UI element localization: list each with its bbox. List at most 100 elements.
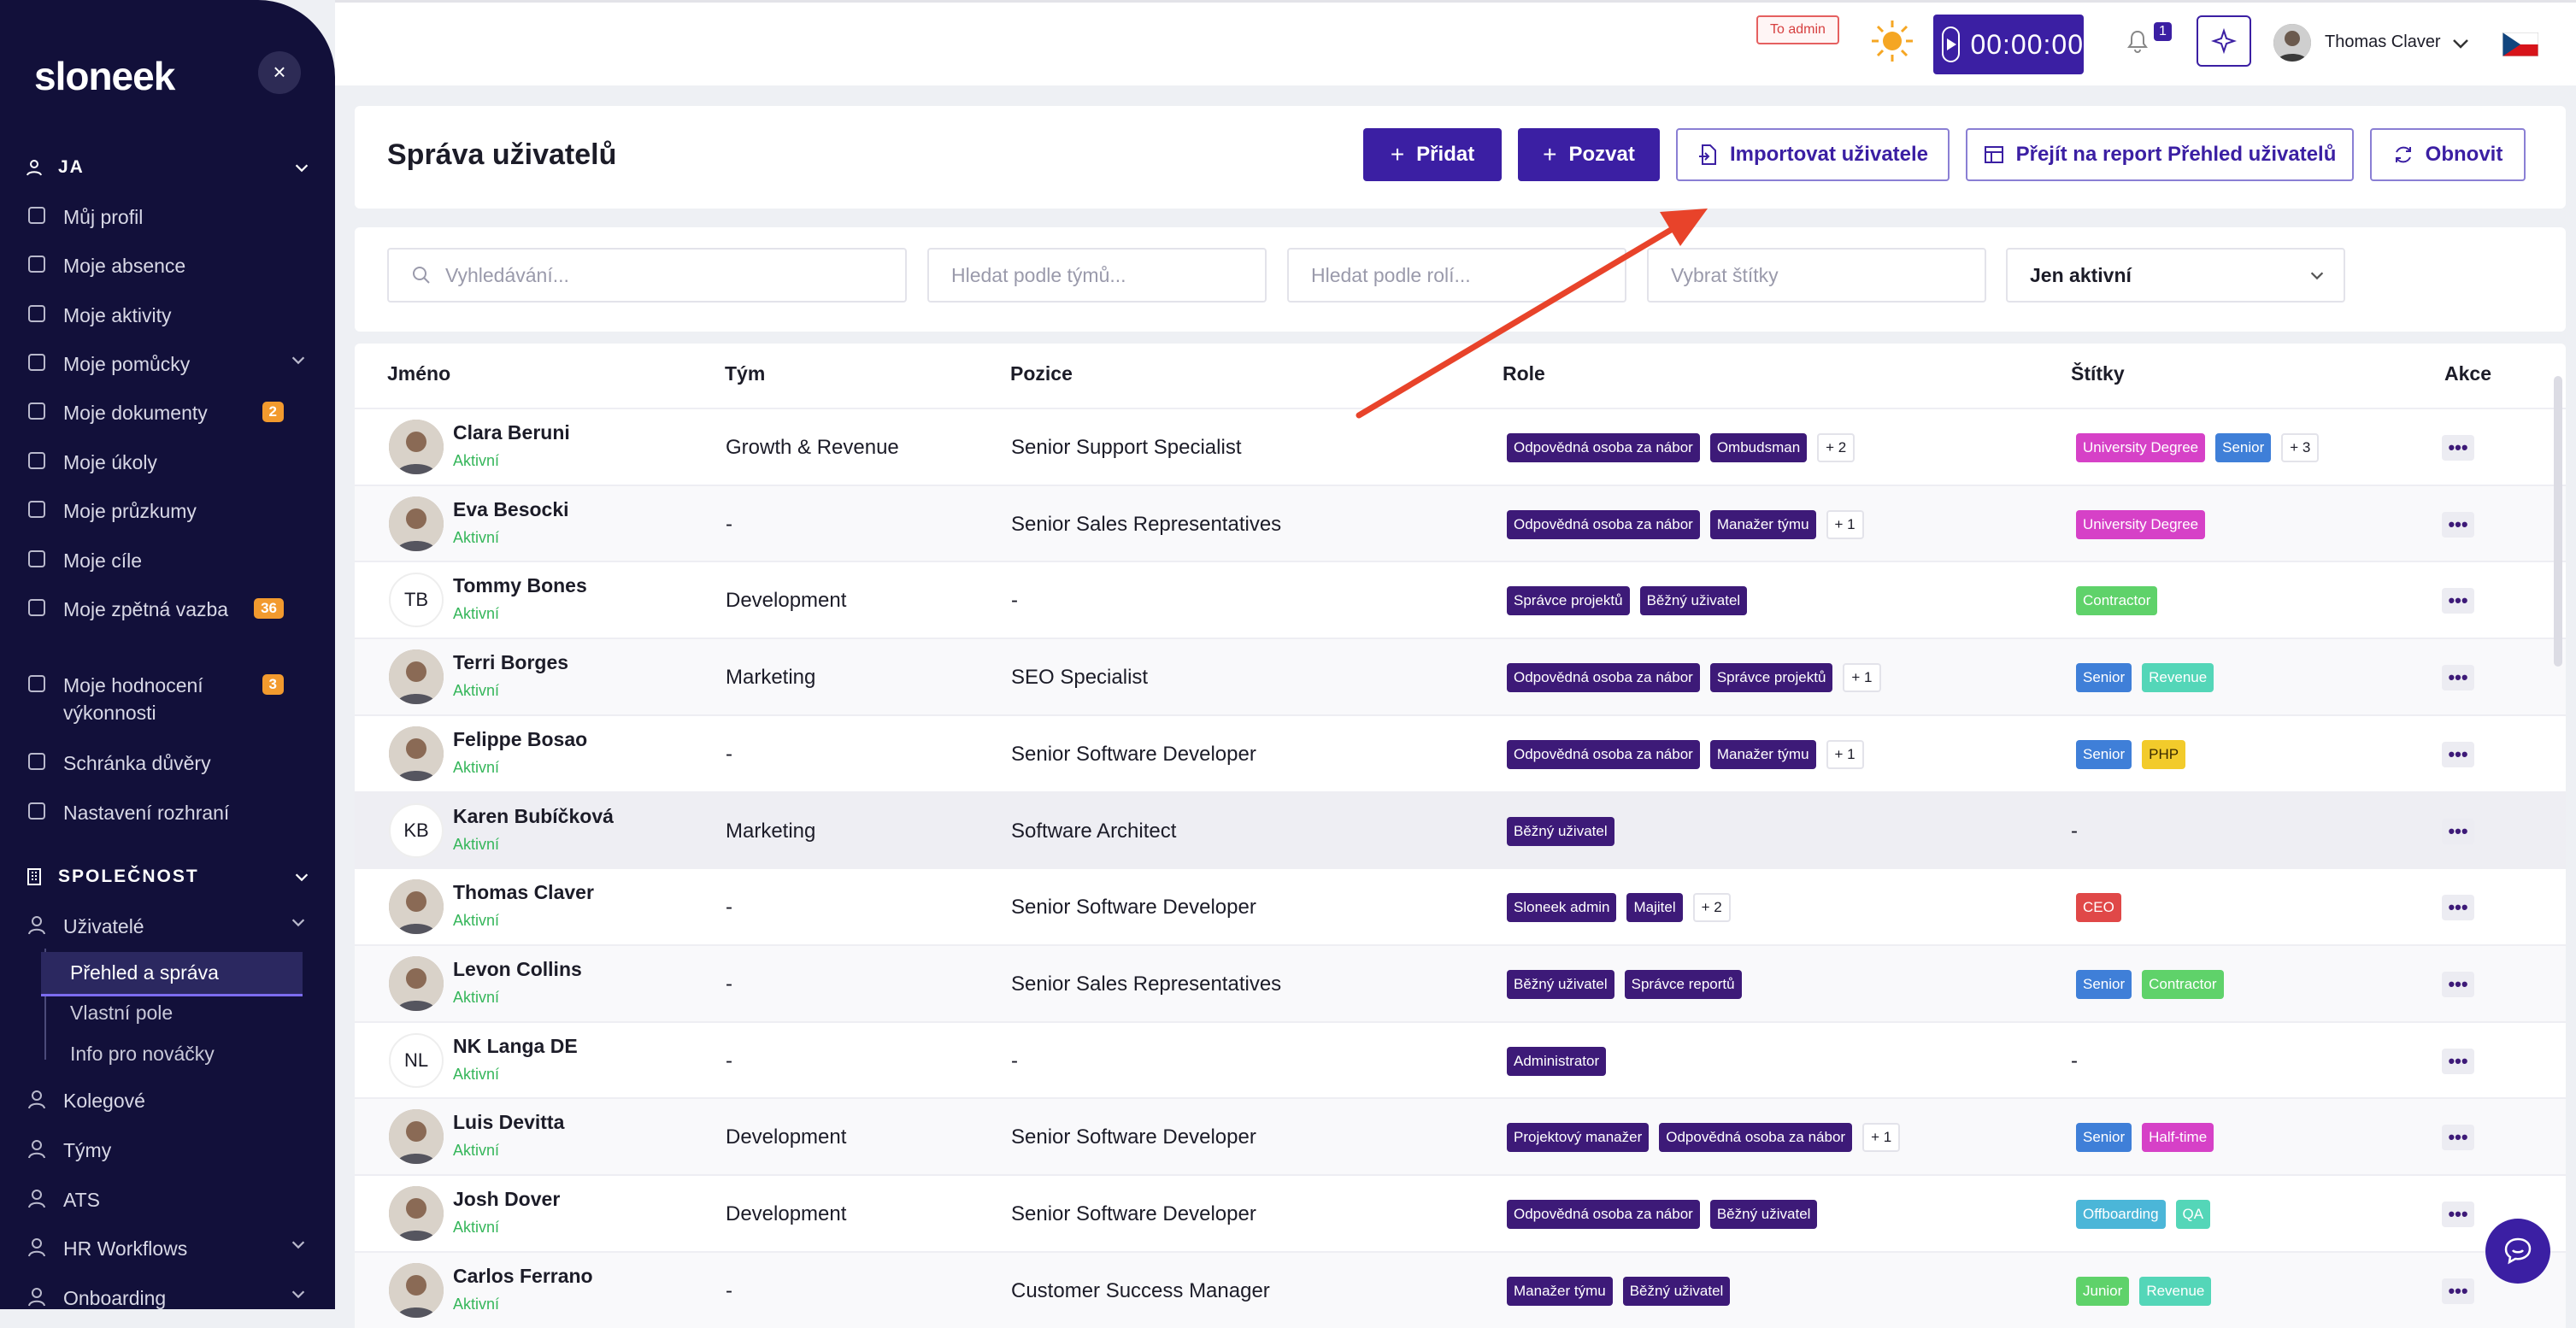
sidebar-item-3[interactable]: Moje pomůcky [26, 350, 308, 378]
more-roles-chip[interactable]: + 2 [1692, 893, 1731, 922]
sidebar-item-0[interactable]: Můj profil [26, 203, 308, 231]
table-row[interactable]: Clara Beruni Aktivní Growth & Revenue Senio… [355, 408, 2566, 485]
czech-flag-icon[interactable] [2502, 32, 2538, 56]
tags-select[interactable]: Vybrat štítky [1647, 248, 1986, 303]
row-actions-button[interactable]: ••• [2442, 1278, 2474, 1304]
more-tags-chip[interactable]: + 3 [2281, 433, 2320, 462]
user-name[interactable]: Tommy Bones [453, 574, 587, 597]
row-actions-button[interactable]: ••• [2442, 1049, 2474, 1074]
section-company-label: SPOLEČNOST [58, 867, 199, 886]
sidebar-company-item-2[interactable]: Týmy [26, 1137, 308, 1164]
sidebar-item-8[interactable]: Moje zpětná vazba 36 [26, 596, 308, 623]
row-actions-button[interactable]: ••• [2442, 512, 2474, 538]
row-actions-button[interactable]: ••• [2442, 895, 2474, 920]
time-tracker[interactable]: 00:00:00 [1933, 15, 2084, 74]
sidebar-subitem-vlastni-pole[interactable]: Vlastní pole [70, 1002, 173, 1025]
table-row[interactable]: Felippe Bosao Aktivní - Senior Software Dev… [355, 714, 2566, 791]
chevron-down-icon[interactable] [2451, 36, 2470, 51]
report-button[interactable]: Přejít na report Přehled uživatelů [1966, 128, 2354, 181]
add-button[interactable]: + Přidat [1363, 128, 1502, 181]
avatar: NL [389, 1033, 444, 1088]
col-position[interactable]: Pozice [1010, 362, 1073, 385]
sidebar-item-6[interactable]: Moje průzkumy [26, 497, 308, 525]
play-icon[interactable] [1942, 26, 1961, 62]
row-actions-button[interactable]: ••• [2442, 742, 2474, 767]
ai-assistant-button[interactable] [2197, 15, 2251, 67]
user-name[interactable]: Karen Bubíčková [453, 805, 614, 828]
table-row[interactable]: NL NK Langa DE Aktivní - - Administrator - ••• [355, 1021, 2566, 1098]
import-users-button[interactable]: Importovat uživatele [1676, 128, 1950, 181]
sidebar-item-5[interactable]: Moje úkoly [26, 449, 308, 476]
more-roles-chip[interactable]: + 1 [1826, 740, 1864, 769]
more-roles-chip[interactable]: + 1 [1862, 1123, 1901, 1152]
table-row[interactable]: TB Tommy Bones Aktivní Development - Správce … [355, 561, 2566, 638]
sidebar-company-item-0[interactable]: Uživatelé [26, 913, 308, 940]
sidebar-item-1[interactable]: Moje absence [26, 252, 308, 279]
sidebar-company-item-4[interactable]: HR Workflows [26, 1235, 308, 1262]
user-name[interactable]: NK Langa DE [453, 1035, 578, 1058]
user-icon [28, 207, 45, 224]
table-row[interactable]: Josh Dover Aktivní Development Senior Softw… [355, 1174, 2566, 1251]
sidebar-company-item-5[interactable]: Onboarding [26, 1284, 308, 1309]
refresh-button[interactable]: Obnovit [2370, 128, 2526, 181]
sidebar-subitem-info[interactable]: Info pro nováčky [70, 1043, 215, 1066]
user-name[interactable]: Levon Collins [453, 958, 582, 981]
row-actions-button[interactable]: ••• [2442, 972, 2474, 997]
chat-button[interactable] [2485, 1219, 2550, 1284]
more-roles-chip[interactable]: + 1 [1826, 510, 1864, 539]
user-name[interactable]: Carlos Ferrano [453, 1265, 593, 1288]
sun-icon[interactable] [1868, 17, 1916, 65]
row-actions-button[interactable]: ••• [2442, 588, 2474, 614]
status-select[interactable]: Jen aktivní [2006, 248, 2345, 303]
to-admin-button[interactable]: To admin [1756, 15, 1839, 44]
sidebar-item-9[interactable]: Moje hodnocení výkonnosti 3 [26, 672, 308, 726]
sidebar-item-7[interactable]: Moje cíle [26, 547, 308, 574]
section-ja[interactable]: JA [24, 157, 311, 178]
table-row[interactable]: Terri Borges Aktivní Marketing SEO Speciali… [355, 638, 2566, 714]
search-input[interactable]: Vyhledávání... [387, 248, 907, 303]
sidebar-item-11[interactable]: Nastavení rozhraní [26, 799, 308, 826]
more-roles-chip[interactable]: + 1 [1843, 663, 1881, 692]
col-tags[interactable]: Štítky [2071, 362, 2125, 385]
row-actions-button[interactable]: ••• [2442, 1125, 2474, 1150]
roles-filter-input[interactable]: Hledat podle rolí... [1287, 248, 1626, 303]
col-team[interactable]: Tým [725, 362, 765, 385]
row-actions-button[interactable]: ••• [2442, 665, 2474, 690]
user-name[interactable]: Terri Borges [453, 651, 568, 674]
close-sidebar-button[interactable]: × [258, 51, 301, 94]
teams-filter-input[interactable]: Hledat podle týmů... [927, 248, 1267, 303]
user-name[interactable]: Clara Beruni [453, 421, 570, 444]
scrollbar[interactable] [2554, 376, 2562, 667]
sidebar-item-10[interactable]: Schránka důvěry [26, 749, 308, 777]
user-name[interactable]: Felippe Bosao [453, 728, 587, 751]
more-roles-chip[interactable]: + 2 [1817, 433, 1856, 462]
user-name[interactable]: Eva Besocki [453, 498, 569, 521]
col-role[interactable]: Role [1503, 362, 1545, 385]
user-name[interactable]: Luis Devitta [453, 1111, 564, 1134]
sidebar-item-4[interactable]: Moje dokumenty 2 [26, 399, 308, 426]
user-name[interactable]: Thomas Claver [453, 881, 594, 904]
table-row[interactable]: KB Karen Bubíčková Aktivní Marketing Softwar… [355, 791, 2566, 868]
sidebar-subitem-prehled[interactable]: Přehled a správa [41, 952, 303, 996]
row-actions-button[interactable]: ••• [2442, 819, 2474, 844]
table-row[interactable]: Eva Besocki Aktivní - Senior Sales Represen… [355, 485, 2566, 561]
sidebar-company-item-1[interactable]: Kolegové [26, 1087, 308, 1114]
section-ja-label: JA [58, 157, 85, 177]
table-row[interactable]: Thomas Claver Aktivní - Senior Software Dev… [355, 867, 2566, 944]
user-name[interactable]: Josh Dover [453, 1188, 560, 1211]
sloneek-logo[interactable]: sloneek [34, 53, 175, 99]
user-name[interactable]: Thomas Claver [2325, 32, 2441, 52]
invite-button[interactable]: + Pozvat [1518, 128, 1660, 181]
row-actions-button[interactable]: ••• [2442, 1202, 2474, 1227]
role-chip: Správce projektů [1709, 663, 1833, 692]
bell-icon[interactable] [2126, 29, 2149, 55]
table-row[interactable]: Carlos Ferrano Aktivní - Customer Success M… [355, 1251, 2566, 1328]
table-row[interactable]: Luis Devitta Aktivní Development Senior Sof… [355, 1097, 2566, 1174]
section-company[interactable]: SPOLEČNOST [24, 867, 311, 887]
sidebar-company-item-3[interactable]: ATS [26, 1186, 308, 1213]
row-actions-button[interactable]: ••• [2442, 435, 2474, 461]
col-name[interactable]: Jméno [387, 362, 450, 385]
sidebar-item-2[interactable]: Moje aktivity [26, 302, 308, 329]
table-row[interactable]: Levon Collins Aktivní - Senior Sales Repres… [355, 944, 2566, 1021]
user-avatar[interactable] [2273, 24, 2311, 62]
